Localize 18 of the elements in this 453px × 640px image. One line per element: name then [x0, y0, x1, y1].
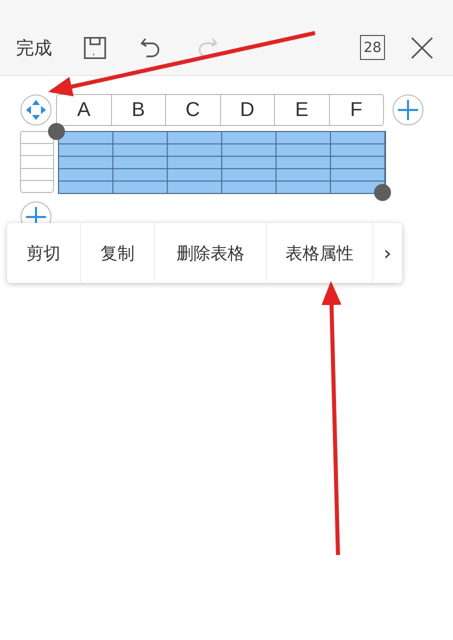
selection-handle[interactable] — [374, 184, 391, 201]
selection-handle[interactable] — [48, 123, 65, 140]
done-button[interactable]: 完成 — [16, 36, 52, 60]
menu-item[interactable]: 表格属性 — [267, 223, 373, 283]
more-button[interactable]: › — [373, 223, 402, 283]
column-header[interactable]: D — [220, 95, 275, 125]
menu-item[interactable]: 复制 — [81, 223, 155, 283]
move-handle-icon[interactable] — [20, 94, 52, 126]
calendar-button[interactable]: 28 — [360, 35, 385, 60]
menu-item[interactable]: 剪切 — [7, 223, 81, 283]
column-header[interactable]: E — [275, 95, 330, 125]
column-header[interactable]: B — [112, 95, 166, 125]
close-icon[interactable] — [409, 34, 435, 60]
save-icon[interactable] — [82, 34, 108, 60]
column-header[interactable]: F — [330, 95, 383, 125]
add-column-icon[interactable] — [392, 94, 424, 126]
column-header[interactable]: C — [166, 95, 220, 125]
menu-item[interactable]: 删除表格 — [155, 223, 267, 283]
